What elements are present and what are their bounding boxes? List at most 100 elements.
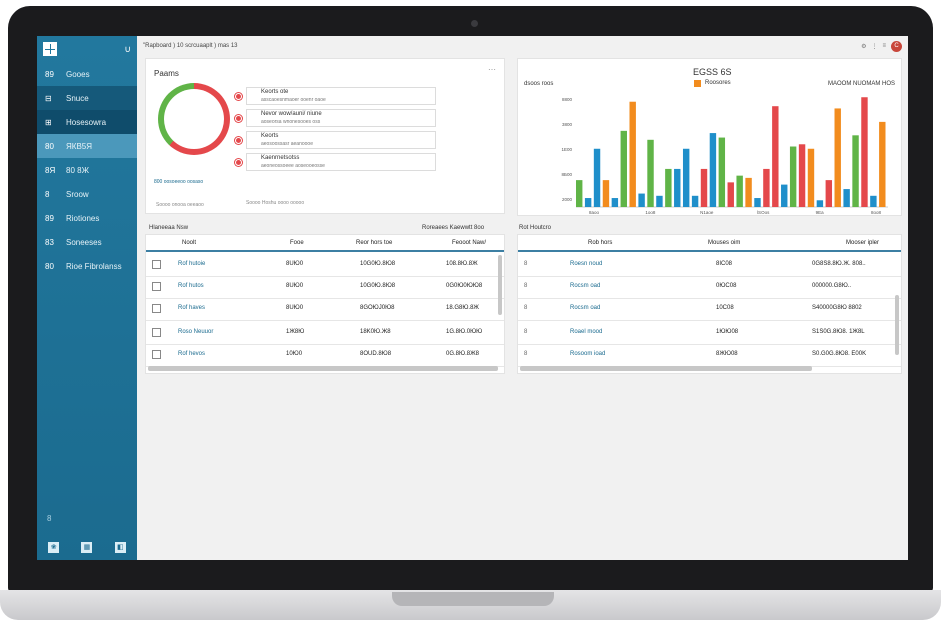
row-checkbox[interactable] xyxy=(152,328,161,337)
bar[interactable] xyxy=(674,168,681,207)
bar[interactable] xyxy=(781,184,788,207)
sidebar-item[interactable]: 89 Riotiones xyxy=(37,206,137,230)
bar[interactable] xyxy=(629,101,636,207)
bar[interactable] xyxy=(834,108,841,207)
legend-item[interactable]: Nevor wow/auni/ niune aoseorsa wnonesooes… xyxy=(235,109,436,127)
settings-icon[interactable]: ⚙ xyxy=(861,43,866,50)
bar[interactable] xyxy=(807,148,815,207)
row-name-link[interactable]: Roso Neuuor xyxy=(178,329,213,335)
bar[interactable] xyxy=(789,146,797,207)
bar[interactable] xyxy=(861,97,868,207)
column-header[interactable]: Mooser ipler xyxy=(846,240,879,246)
row-name-link[interactable]: Rof haves xyxy=(178,305,205,311)
row-name-link[interactable]: Rocsm oad xyxy=(570,305,600,311)
bar[interactable] xyxy=(852,135,859,207)
bar[interactable] xyxy=(584,198,592,207)
table-row[interactable]: Roso Neuuor 1Ж8Ю 18K0Ю.Ж8 1G.8Ю.0ЮЮ xyxy=(146,323,504,345)
building-icon[interactable]: ▦ xyxy=(81,541,93,553)
table-cell: 8GOЮJ0Ю8 xyxy=(360,305,395,311)
row-name-link[interactable]: Rof hutoie xyxy=(178,261,205,267)
sidebar-item[interactable]: 8Я 80 8Ж xyxy=(37,158,137,182)
table-row[interactable]: Rof haves 8UЮ0 8GOЮJ0Ю8 18.G8Ю.8Ж xyxy=(146,299,504,321)
bar[interactable] xyxy=(638,193,645,207)
table-row[interactable]: Rof hutos 8UЮ0 10G0Ю.8Ю8 0G0Ю0ЮЮ8 xyxy=(146,277,504,299)
bar[interactable] xyxy=(798,144,806,207)
table-row[interactable]: 8 Roael mood 1ЮЮ08 S1S0G.8Ю8. 1Ж8L xyxy=(518,323,901,345)
row-name-link[interactable]: Rosoom ioad xyxy=(570,351,605,357)
bar[interactable] xyxy=(763,168,770,207)
bar[interactable] xyxy=(754,198,761,207)
bar[interactable] xyxy=(870,195,877,207)
horizontal-scrollbar[interactable] xyxy=(148,366,498,371)
sidebar-item[interactable]: ⊞ Hosesowra xyxy=(37,110,137,134)
column-header[interactable]: Mouses oim xyxy=(708,240,740,246)
bar[interactable] xyxy=(691,195,699,207)
bar[interactable] xyxy=(772,106,779,207)
sidebar-item[interactable]: 80 ЯКВ5Я xyxy=(37,134,137,158)
menu-icon[interactable]: ≡ xyxy=(882,43,886,49)
column-header[interactable]: Noolt xyxy=(182,240,196,246)
sidebar-item[interactable]: 80 Rioe Fibrolanss xyxy=(37,254,137,278)
avatar[interactable]: C xyxy=(891,40,902,52)
bar[interactable] xyxy=(611,198,619,207)
bar[interactable] xyxy=(682,148,690,207)
row-checkbox[interactable] xyxy=(152,282,161,291)
vertical-scrollbar[interactable] xyxy=(895,295,899,355)
table-row[interactable]: 8 Rocsm oad 0ЮC08 000000.G8Ю.. xyxy=(518,277,901,299)
legend-item[interactable]: Keorts ote asscaoesnmaoer ooenr oaoe xyxy=(235,87,436,105)
bar[interactable] xyxy=(879,121,886,207)
more-icon[interactable]: ⋮ xyxy=(871,43,877,50)
row-checkbox[interactable] xyxy=(152,260,161,269)
bar[interactable] xyxy=(656,195,663,207)
row-name-link[interactable]: Rof hevos xyxy=(178,351,205,357)
bar[interactable] xyxy=(745,177,752,207)
sidebar-item[interactable]: ⊟ Snuce xyxy=(37,86,137,110)
column-header[interactable]: Rob hors xyxy=(588,240,612,246)
row-name-link[interactable]: Rocsm oad xyxy=(570,283,600,289)
vertical-scrollbar[interactable] xyxy=(498,255,502,315)
grid-logo-icon[interactable] xyxy=(43,42,57,56)
bar[interactable] xyxy=(718,137,726,207)
collapse-icon[interactable]: ∪ xyxy=(124,44,131,55)
bar[interactable] xyxy=(647,139,654,207)
flower-icon[interactable]: ❀ xyxy=(48,541,60,553)
bar[interactable] xyxy=(665,168,672,207)
bar[interactable] xyxy=(727,182,734,207)
legend-item[interactable]: Kaenrnetsotss aeoneossoeee aoseooeosse xyxy=(235,153,436,171)
bar[interactable] xyxy=(816,200,824,207)
nav-icon: 8Я xyxy=(45,165,56,175)
row-name-link[interactable]: Roesn noud xyxy=(570,261,602,267)
bar[interactable] xyxy=(593,148,601,207)
table-row[interactable]: 8 Rosoom ioad 8ЖЮ08 S0.G0G.8Ю8. E00K xyxy=(518,345,901,367)
bar[interactable] xyxy=(709,133,717,207)
sidebar-item[interactable]: 89 Gooes xyxy=(37,62,137,86)
card-menu-icon[interactable]: ⋯ xyxy=(488,65,496,74)
bar[interactable] xyxy=(620,130,627,207)
column-header[interactable]: Reor hors toe xyxy=(356,240,392,246)
bar[interactable] xyxy=(700,168,708,207)
bar[interactable] xyxy=(602,180,610,207)
legend-item[interactable]: Keorts aeosoossasr aeanoooe xyxy=(235,131,436,149)
donut-link[interactable]: 800 oosoeeoo oosaso xyxy=(154,179,203,185)
bar[interactable] xyxy=(576,180,583,207)
row-checkbox[interactable] xyxy=(152,350,161,359)
table-row[interactable]: Rof hevos 10Ю0 8OUD.8Ю8 0G.8Ю.8Ж8 xyxy=(146,345,504,367)
bar[interactable] xyxy=(825,180,833,207)
table-row[interactable]: Rof hutoie 8UЮ0 10G0Ю.8Ю8 108.8Ю.8Ж xyxy=(146,255,504,277)
x-tick-label: N1aoe xyxy=(700,210,714,215)
nav-icon: 89 xyxy=(45,213,54,223)
table-cell: S0.G0G.8Ю8. E00K xyxy=(812,351,867,357)
sidebar-item[interactable]: 83 Soneeses xyxy=(37,230,137,254)
row-checkbox[interactable] xyxy=(152,304,161,313)
panel-icon[interactable]: ◧ xyxy=(114,541,126,553)
table-row[interactable]: 8 Roesn noud 8IC08 0G8S8.8Ю.Ж. 808.. xyxy=(518,255,901,277)
column-header[interactable]: Feooot Naw/ xyxy=(452,240,486,246)
table-row[interactable]: 8 Rocsm oad 10C08 S40000G8Ю 8802 xyxy=(518,299,901,321)
bar[interactable] xyxy=(843,189,850,207)
column-header[interactable]: Fooe xyxy=(290,240,304,246)
horizontal-scrollbar[interactable] xyxy=(520,366,812,371)
row-name-link[interactable]: Rof hutos xyxy=(178,283,204,289)
sidebar-item[interactable]: 8 Sroow xyxy=(37,182,137,206)
row-name-link[interactable]: Roael mood xyxy=(570,329,602,335)
bar[interactable] xyxy=(736,175,743,207)
